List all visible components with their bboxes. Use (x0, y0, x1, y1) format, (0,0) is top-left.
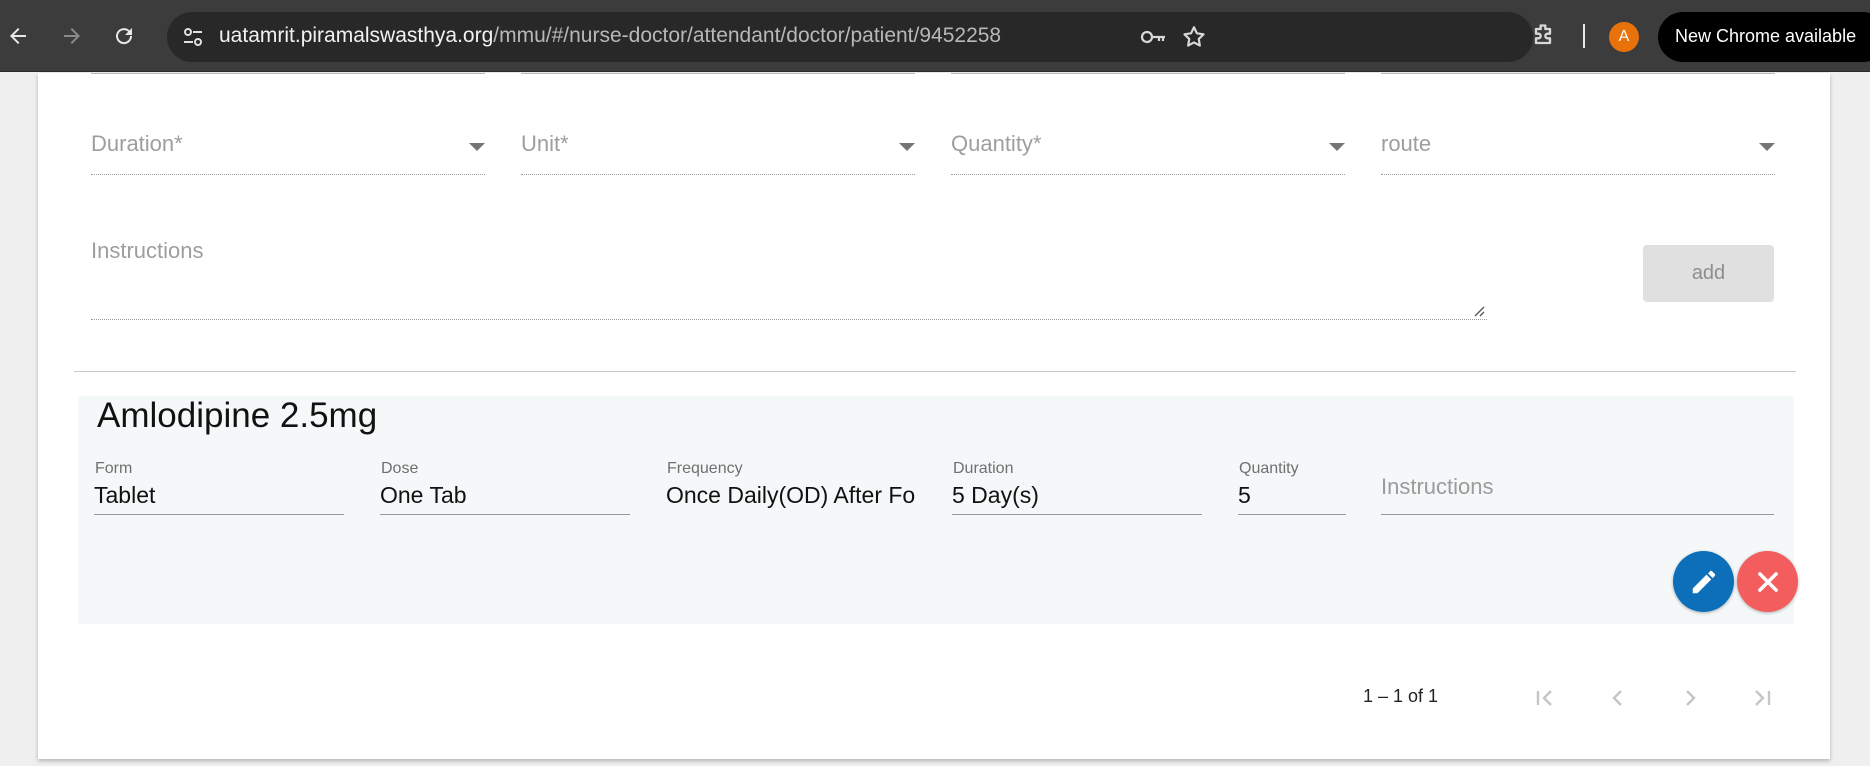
quantity-value: 5 (1238, 482, 1251, 508)
toolbar-separator (1583, 24, 1585, 48)
first-page-icon[interactable] (1525, 678, 1565, 718)
quantity-select[interactable]: Quantity* (951, 131, 1345, 175)
close-icon (1757, 571, 1778, 592)
url-host: uatamrit.piramalswasthya.org (219, 24, 494, 47)
route-select[interactable]: route (1381, 131, 1775, 175)
dose-field: Dose One Tab (380, 460, 630, 515)
address-bar[interactable]: uatamrit.piramalswasthya.org/mmu/#/nurse… (167, 12, 1533, 62)
quantity-field: Quantity 5 (1238, 460, 1346, 515)
edit-button[interactable] (1673, 551, 1734, 612)
duration-field: Duration 5 Day(s) (952, 460, 1202, 515)
duration-value: 5 Day(s) (952, 482, 1039, 508)
dropdown-arrow-icon (469, 143, 485, 151)
last-page-icon[interactable] (1742, 678, 1782, 718)
duration-caption: Duration (953, 460, 1014, 477)
frequency-field: Frequency Once Daily(OD) After Food (666, 460, 916, 515)
bookmark-star-icon[interactable] (1181, 24, 1207, 55)
browser-toolbar: uatamrit.piramalswasthya.org/mmu/#/nurse… (0, 0, 1870, 72)
password-key-icon[interactable] (1139, 25, 1167, 54)
chrome-update-button[interactable]: New Chrome available (1658, 12, 1870, 62)
extensions-icon[interactable] (1529, 22, 1557, 55)
form-value: Tablet (94, 482, 156, 508)
remove-button[interactable] (1737, 551, 1798, 612)
pagination-range: 1 – 1 of 1 (1363, 686, 1439, 706)
next-page-icon[interactable] (1670, 678, 1710, 718)
medication-item: Amlodipine 2.5mg Form Tablet Dose One Ta… (78, 396, 1798, 624)
quantity-label: Quantity* (951, 131, 1042, 156)
instructions-textarea[interactable]: Instructions (91, 238, 1487, 320)
unit-label: Unit* (521, 131, 569, 156)
add-button[interactable]: add (1643, 245, 1774, 302)
duration-select[interactable]: Duration* (91, 131, 485, 175)
dropdown-arrow-icon (1759, 143, 1775, 151)
unit-select[interactable]: Unit* (521, 131, 915, 175)
route-label: route (1381, 131, 1432, 156)
url-path: /mmu/#/nurse-doctor/attendant/doctor/pat… (493, 24, 1002, 47)
quantity-caption: Quantity (1239, 460, 1299, 477)
pencil-icon (1692, 570, 1715, 593)
resize-handle-icon[interactable] (1474, 306, 1485, 317)
form-caption: Form (95, 460, 133, 477)
reload-icon[interactable] (108, 20, 140, 52)
frequency-value: Once Daily(OD) After Food (666, 482, 916, 508)
instructions-placeholder: Instructions (1381, 474, 1494, 499)
instructions-field[interactable]: Instructions (1381, 460, 1774, 515)
site-settings-icon[interactable] (181, 25, 205, 49)
form-field: Form Tablet (94, 460, 344, 515)
frequency-caption: Frequency (667, 460, 743, 477)
prescription-card: Duration* Unit* Quantity* route Instruct… (38, 73, 1830, 759)
url-text[interactable]: uatamrit.piramalswasthya.org/mmu/#/nurse… (219, 24, 1001, 48)
forward-icon[interactable] (56, 20, 88, 52)
section-divider (74, 371, 1796, 372)
back-icon[interactable] (2, 20, 34, 52)
dropdown-arrow-icon (1329, 143, 1345, 151)
dose-value: One Tab (380, 482, 467, 508)
profile-avatar[interactable]: A (1609, 22, 1639, 52)
duration-label: Duration* (91, 131, 183, 156)
dropdown-arrow-icon (899, 143, 915, 151)
medication-name: Amlodipine 2.5mg (97, 396, 378, 435)
instructions-label: Instructions (91, 238, 204, 263)
dose-caption: Dose (381, 460, 419, 477)
previous-page-icon[interactable] (1598, 678, 1638, 718)
